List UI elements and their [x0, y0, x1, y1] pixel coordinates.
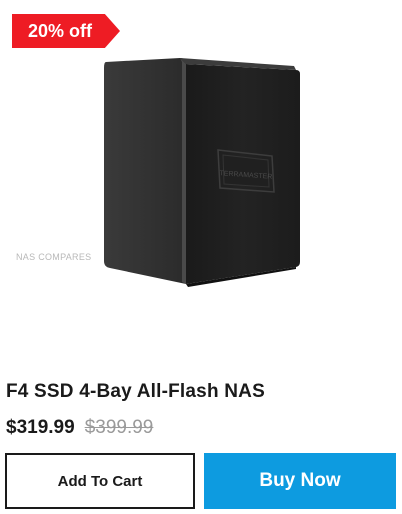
product-card: 20% off NAS COMPARES TERRAMASTER F4 SSD … [0, 0, 402, 514]
product-image-area[interactable]: 20% off NAS COMPARES TERRAMASTER [0, 0, 402, 360]
buy-now-label: Buy Now [259, 470, 341, 491]
discount-badge: 20% off [12, 14, 120, 48]
product-title[interactable]: F4 SSD 4-Bay All-Flash NAS [6, 381, 265, 403]
price-row: $319.99 $399.99 [6, 417, 153, 439]
nas-device-image[interactable]: TERRAMASTER [96, 56, 302, 288]
image-watermark: NAS COMPARES [16, 252, 92, 262]
add-to-cart-button[interactable]: Add To Cart [5, 453, 195, 509]
buy-now-button[interactable]: Buy Now [204, 453, 396, 509]
add-to-cart-label: Add To Cart [57, 472, 143, 490]
original-price: $399.99 [84, 417, 154, 438]
sale-price: $319.99 [6, 417, 75, 438]
